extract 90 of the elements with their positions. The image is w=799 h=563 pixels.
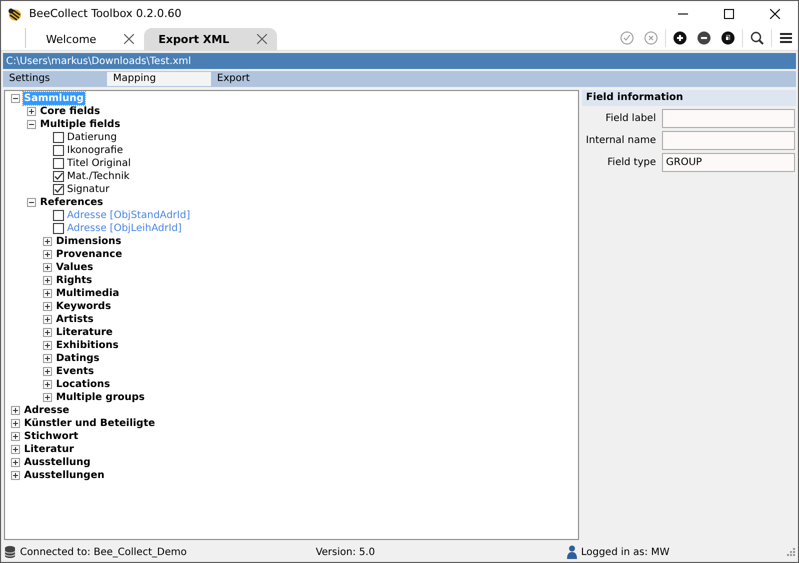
tree-group[interactable]: Multimedia xyxy=(55,287,120,300)
user-icon xyxy=(566,545,577,559)
menu-icon[interactable] xyxy=(779,31,793,45)
expander-icon[interactable] xyxy=(43,263,52,272)
field-label: Field label xyxy=(604,113,657,124)
expander-icon[interactable] xyxy=(27,107,36,116)
expander-icon[interactable] xyxy=(11,458,20,467)
tree-group[interactable]: References xyxy=(39,196,104,209)
tree-group[interactable]: Events xyxy=(55,365,95,378)
section-tab[interactable]: Settings xyxy=(3,72,107,86)
tree-group[interactable]: Adresse xyxy=(23,404,70,417)
expander-icon[interactable] xyxy=(43,341,52,350)
tree-field[interactable]: Titel Original xyxy=(66,157,132,170)
expander-icon[interactable] xyxy=(11,432,20,441)
tree-group[interactable]: Artists xyxy=(55,313,95,326)
expander-icon[interactable] xyxy=(27,120,36,129)
resize-grip-icon[interactable] xyxy=(787,548,795,556)
close-icon[interactable] xyxy=(770,8,780,18)
expander-icon[interactable] xyxy=(43,289,52,298)
user-status: Logged in as: MW xyxy=(580,546,670,558)
tree-group[interactable]: Multiple fields xyxy=(39,118,122,131)
checkbox[interactable] xyxy=(53,145,64,156)
tree-group[interactable]: Literature xyxy=(55,326,114,339)
file-path: C:\Users\markus\Downloads\Test.xml xyxy=(6,56,192,66)
close-icon[interactable] xyxy=(124,34,134,44)
tree-group[interactable]: Stichwort xyxy=(23,430,80,443)
window-title: BeeCollect Toolbox 0.2.0.60 xyxy=(29,7,182,20)
version-text: Version: 5.0 xyxy=(316,546,375,558)
expander-icon[interactable] xyxy=(43,328,52,337)
tree-group[interactable]: Locations xyxy=(55,378,112,391)
expander-icon[interactable] xyxy=(11,445,20,454)
tree-field[interactable]: Mat./Technik xyxy=(66,170,131,183)
tree-group[interactable]: Multiple groups xyxy=(55,391,146,404)
expander-icon[interactable] xyxy=(11,94,20,103)
tree-group[interactable]: Künstler und Beteiligte xyxy=(23,417,156,430)
search-icon[interactable] xyxy=(750,31,764,45)
tree-group[interactable]: Dimensions xyxy=(55,235,122,248)
expander-icon[interactable] xyxy=(11,471,20,480)
checkbox[interactable] xyxy=(53,132,64,143)
tree-group[interactable]: Keywords xyxy=(55,300,112,313)
cancel-circle-icon[interactable] xyxy=(644,31,658,45)
expander-icon[interactable] xyxy=(43,250,52,259)
expander-icon[interactable] xyxy=(43,315,52,324)
tree-field[interactable]: Signatur xyxy=(66,183,110,196)
expander-icon[interactable] xyxy=(43,237,52,246)
expander-icon[interactable] xyxy=(11,419,20,428)
document-tab[interactable]: Welcome xyxy=(32,28,144,50)
checkbox[interactable] xyxy=(53,210,64,221)
tree-group[interactable]: Rights xyxy=(55,274,94,287)
input-field[interactable]: GROUP xyxy=(662,153,795,172)
input-field[interactable] xyxy=(662,109,795,128)
field-label: Internal name xyxy=(584,135,657,146)
tree-group[interactable]: Ausstellung xyxy=(23,456,92,469)
tree-field[interactable]: Adresse [ObjLeihAdrId] xyxy=(66,222,183,235)
checkbox[interactable] xyxy=(53,184,64,195)
tree-group[interactable]: Datings xyxy=(55,352,100,365)
section-tab[interactable]: Export xyxy=(211,72,315,86)
section-header: Field information xyxy=(582,90,796,106)
copy-icon[interactable] xyxy=(721,31,735,45)
expander-icon[interactable] xyxy=(43,354,52,363)
tree-group[interactable]: Provenance xyxy=(55,248,124,261)
expander-icon[interactable] xyxy=(43,302,52,311)
add-icon[interactable] xyxy=(673,31,687,45)
expander-icon[interactable] xyxy=(43,393,52,402)
input-field[interactable] xyxy=(662,131,795,150)
remove-icon[interactable] xyxy=(697,31,711,45)
checkbox[interactable] xyxy=(53,171,64,182)
maximize-icon[interactable] xyxy=(724,8,734,18)
expander-icon[interactable] xyxy=(43,367,52,376)
tree-field[interactable]: Ikonografie xyxy=(66,144,124,157)
document-tab[interactable]: Export XML xyxy=(144,28,278,50)
tree-group[interactable]: Values xyxy=(55,261,94,274)
tree-group[interactable]: Exhibitions xyxy=(55,339,120,352)
section-tab[interactable]: Mapping xyxy=(107,72,211,86)
bee-logo-icon xyxy=(7,6,23,22)
field-label: Field type xyxy=(606,157,657,168)
connection-status: Connected to: Bee_Collect_Demo xyxy=(20,546,187,558)
tree-group[interactable]: Ausstellungen xyxy=(23,469,106,482)
expander-icon[interactable] xyxy=(11,406,20,415)
database-icon xyxy=(4,545,16,559)
expander-icon[interactable] xyxy=(43,276,52,285)
checkbox[interactable] xyxy=(53,158,64,169)
tree-group[interactable]: Literatur xyxy=(23,443,75,456)
check-circle-icon[interactable] xyxy=(620,31,634,45)
tree-group[interactable]: Core fields xyxy=(39,105,102,118)
tree-field[interactable]: Datierung xyxy=(66,131,118,144)
expander-icon[interactable] xyxy=(27,198,36,207)
tree-field[interactable]: Adresse [ObjStandAdrId] xyxy=(66,209,192,222)
checkbox[interactable] xyxy=(53,223,64,234)
expander-icon[interactable] xyxy=(43,380,52,389)
